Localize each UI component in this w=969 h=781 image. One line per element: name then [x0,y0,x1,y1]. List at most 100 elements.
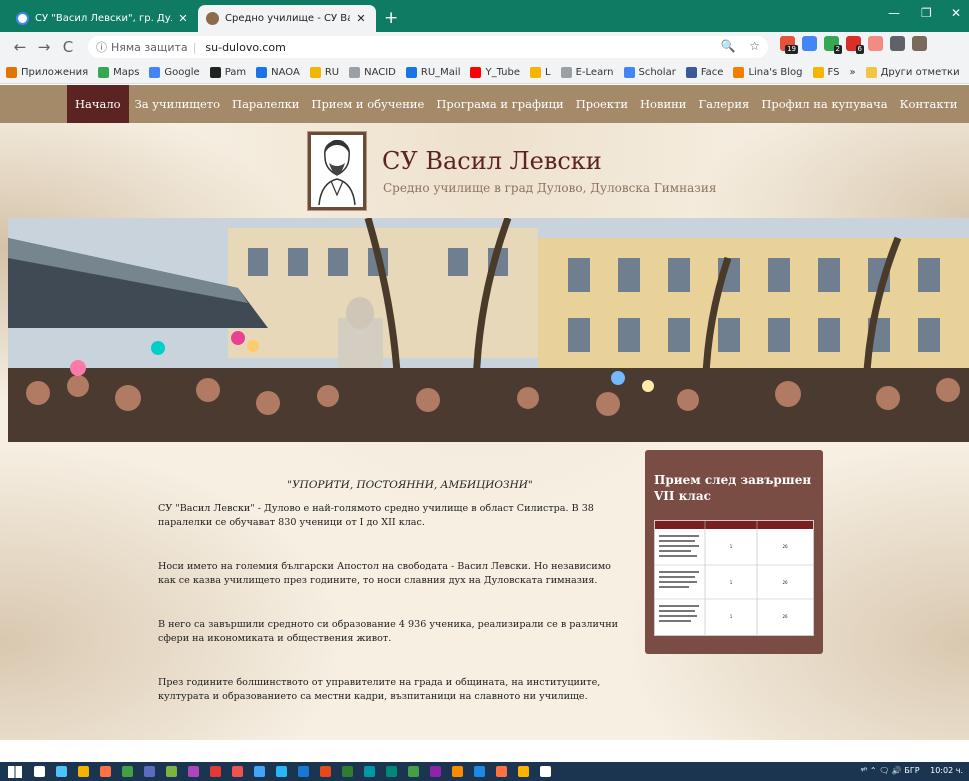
taskbar-app-icon[interactable] [232,766,243,777]
school-logo[interactable] [308,132,366,210]
taskbar-app-icon[interactable] [342,766,353,777]
maximize-button[interactable]: ❐ [921,6,932,20]
ext-1-icon[interactable]: 19 [780,36,798,54]
clock[interactable]: 10:02 ч. [930,766,963,775]
ext-3-icon[interactable]: 2 [824,36,842,54]
other-bookmarks-label: Други отметки [880,67,960,78]
nav-item[interactable]: Паралелки [226,85,305,123]
webpage: Начало За училището Паралелки Прием и обуче… [0,85,969,740]
site-title[interactable]: СУ Васил Левски [382,147,602,175]
levski-portrait-icon [318,139,356,206]
minimize-button[interactable]: — [888,6,900,20]
bookmark-item[interactable]: E-Learn [560,67,614,78]
hero-school-photo [8,218,969,442]
bookmark-label: Google [164,67,200,78]
bookmark-favicon-icon [470,67,482,78]
tab-school-2[interactable]: Средно училище - СУ Васил Лев ✕ [198,5,376,32]
nav-item[interactable]: Контакти [894,85,964,123]
tray-icons[interactable]: ᵠᴿ ⌃ 🗨 🔊 БГР [861,766,920,775]
nav-item[interactable]: Начало [67,85,129,123]
close-icon[interactable]: ✕ [354,12,368,25]
back-button[interactable]: ← [8,38,32,56]
bookmark-item[interactable]: FS [812,67,839,78]
nav-item[interactable]: Профил на купувача [755,85,893,123]
taskbar-app-icon[interactable] [408,766,419,777]
taskbar-app-icon[interactable] [364,766,375,777]
bookmark-item[interactable]: NAOA [256,67,300,78]
taskbar-app-icon[interactable] [430,766,441,777]
taskbar-app-icon[interactable] [518,766,529,777]
zoom-icon[interactable]: 🔍 [720,39,735,53]
bookmark-label: RU_Mail [420,67,461,78]
bookmark-favicon-icon [256,67,268,78]
bookmark-item[interactable]: Face [685,67,723,78]
address-bar[interactable]: ⓘ Няма защита | su-dulovo.com 🔍 ☆ [88,36,768,58]
ext-2-icon[interactable] [802,36,817,51]
taskbar-app-icon[interactable] [122,766,133,777]
bookmark-item[interactable]: Scholar [623,67,676,78]
admission-table-image[interactable]: 1 26 1 26 1 26 [654,520,814,636]
bookmark-label: Maps [113,67,140,78]
windows-start-icon[interactable] [8,765,22,778]
bookmark-item[interactable]: RU [309,67,339,78]
ext-avatar-icon[interactable] [912,36,927,51]
extension-icons: 19 2 6 [780,36,927,54]
admission-panel[interactable]: Прием след завършен VII клас 1 26 1 26 1… [645,450,823,654]
bookmark-item[interactable]: Y_Tube [470,67,520,78]
url-text[interactable]: su-dulovo.com [205,41,285,54]
bookmark-item[interactable]: Maps [98,67,139,78]
taskbar-app-icon[interactable] [496,766,507,777]
extension-badge: 6 [855,45,864,54]
ext-6-icon[interactable] [890,36,905,51]
admission-title[interactable]: Прием след завършен VII клас [654,472,819,504]
nav-item[interactable]: Програма и графици [430,85,569,123]
taskbar-app-icon[interactable] [386,766,397,777]
taskbar-app-icon[interactable] [298,766,309,777]
bookmark-item[interactable]: NACID [349,67,396,78]
ext-gmail-icon[interactable]: 6 [846,36,864,54]
bookmark-favicon-icon [812,67,824,78]
taskbar-app-icon[interactable] [474,766,485,777]
bookmark-item[interactable]: Приложения [6,67,88,78]
taskbar-app-icon[interactable] [34,766,45,777]
reload-button[interactable]: C [56,38,80,56]
site-favicon-icon [206,12,219,25]
taskbar-app-icon[interactable] [78,766,89,777]
forward-button[interactable]: → [32,38,56,56]
bookmark-favicon-icon [530,67,542,78]
bookmark-item[interactable]: Lina's Blog [733,67,803,78]
nav-item[interactable]: Проекти [570,85,634,123]
bookmark-item[interactable]: RU_Mail [405,67,461,78]
new-tab-button[interactable]: + [384,8,398,28]
taskbar-app-icon[interactable] [210,766,221,777]
info-icon[interactable]: ⓘ [96,39,107,55]
other-bookmarks-folder[interactable]: Други отметки [865,67,960,78]
taskbar-app-icon[interactable] [320,766,331,777]
taskbar-app-icon[interactable] [188,766,199,777]
bookmark-star-icon[interactable]: ☆ [749,39,760,53]
taskbar-app-icon[interactable] [144,766,155,777]
ext-5-icon[interactable] [868,36,883,51]
nav-item[interactable]: Галерия [692,85,755,123]
bookmark-item[interactable]: L [530,67,551,78]
school-building-image [8,218,969,442]
table-cell: 1 [730,614,733,619]
bookmark-favicon-icon [309,67,321,78]
bookmark-item[interactable]: Pam [209,67,246,78]
bookmarks-overflow-button[interactable]: » [849,67,855,78]
table-cell: 1 [730,544,733,549]
taskbar-app-icon[interactable] [166,766,177,777]
nav-item[interactable]: За училището [129,85,226,123]
taskbar-app-icon[interactable] [56,766,67,777]
close-window-button[interactable]: ✕ [951,6,961,20]
nav-item[interactable]: Прием и обучение [305,85,430,123]
nav-item[interactable]: Новини [634,85,692,123]
taskbar-app-icon[interactable] [540,766,551,777]
taskbar-app-icon[interactable] [254,766,265,777]
close-icon[interactable]: ✕ [176,12,190,25]
taskbar-app-icon[interactable] [276,766,287,777]
bookmark-item[interactable]: Google [149,67,200,78]
tab-school-1[interactable]: СУ "Васил Левски", гр. Дулово - ✕ [8,5,198,32]
taskbar-app-icon[interactable] [100,766,111,777]
taskbar-app-icon[interactable] [452,766,463,777]
